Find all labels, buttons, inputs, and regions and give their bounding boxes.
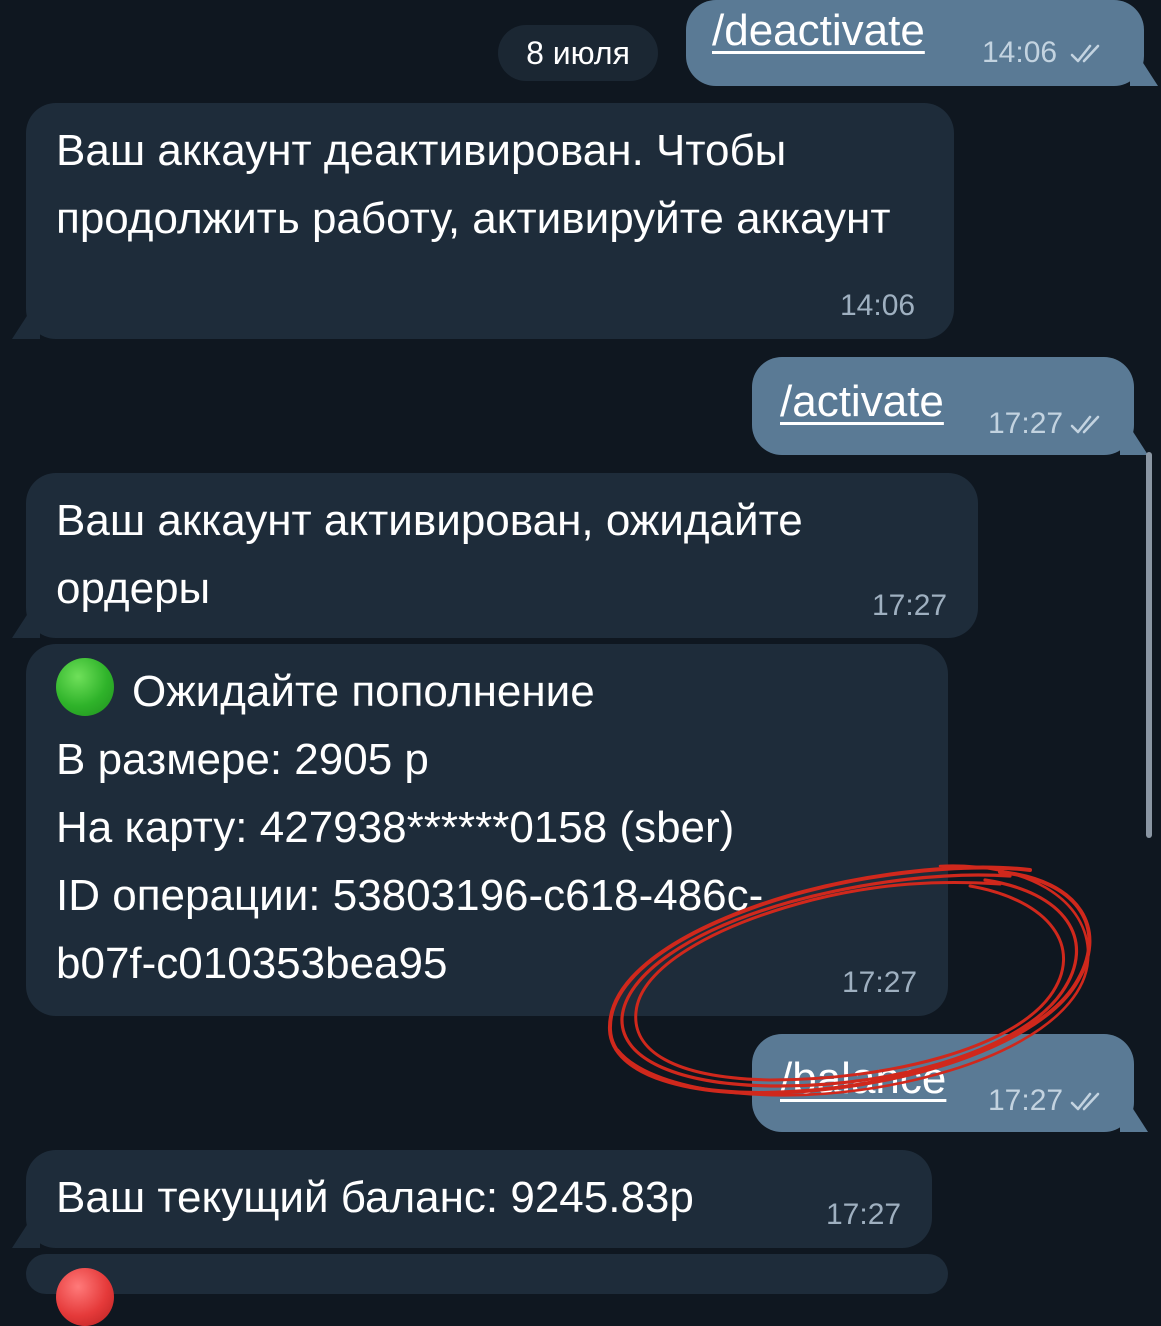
message-time: 14:06 — [840, 289, 916, 322]
message-time: 17:27 — [988, 1084, 1064, 1117]
chat-area: 8 июля /deactivate 14:06 Ваш аккаунт деа… — [0, 0, 1161, 1326]
message-incoming-activated: Ваш аккаунт активирован, ожидайте ордеры… — [26, 473, 978, 638]
order-id-line-cont: b07f-c010353bea95 — [56, 939, 448, 988]
bot-command-link[interactable]: /activate — [780, 377, 944, 427]
message-incoming-partial — [26, 1254, 948, 1326]
scrollbar[interactable] — [1146, 452, 1152, 838]
message-time: 17:27 — [842, 966, 918, 999]
green-circle-icon — [56, 658, 114, 716]
order-title-line: Ожидайте пополнение — [56, 658, 946, 726]
message-outgoing-deactivate[interactable]: /deactivate 14:06 — [686, 0, 1144, 86]
message-text: Ваш текущий баланс: 9245.83р — [56, 1173, 694, 1222]
message-time: 17:27 — [826, 1198, 902, 1231]
double-check-icon — [1070, 1092, 1100, 1111]
bot-command-link[interactable]: /deactivate — [712, 6, 925, 56]
bot-command-link[interactable]: /balance — [780, 1054, 946, 1104]
message-text: Ваш аккаунт активирован, ожидайте ордеры — [56, 496, 803, 613]
double-check-icon — [1070, 415, 1100, 434]
double-check-icon — [1070, 44, 1100, 63]
message-outgoing-activate[interactable]: /activate 17:27 — [752, 357, 1134, 455]
message-outgoing-balance[interactable]: /balance 17:27 — [752, 1034, 1134, 1132]
message-incoming-balance: Ваш текущий баланс: 9245.83р 17:27 — [26, 1150, 932, 1248]
message-text: Ваш аккаунт деактивирован. Чтобы продолж… — [56, 126, 891, 243]
message-time: 17:27 — [872, 589, 948, 622]
order-amount-line: В размере: 2905 р — [56, 735, 429, 784]
message-time: 14:06 — [982, 36, 1058, 69]
message-incoming-order: Ожидайте пополнение В размере: 2905 р На… — [26, 644, 948, 1016]
red-circle-icon — [56, 1268, 114, 1326]
date-separator: 8 июля — [498, 25, 658, 81]
message-time: 17:27 — [988, 407, 1064, 440]
order-card-line: На карту: 427938******0158 (sber) — [56, 803, 735, 852]
message-incoming-deactivated: Ваш аккаунт деактивирован. Чтобы продолж… — [26, 103, 954, 339]
order-id-line: ID операции: 53803196-c618-486c- — [56, 871, 764, 920]
